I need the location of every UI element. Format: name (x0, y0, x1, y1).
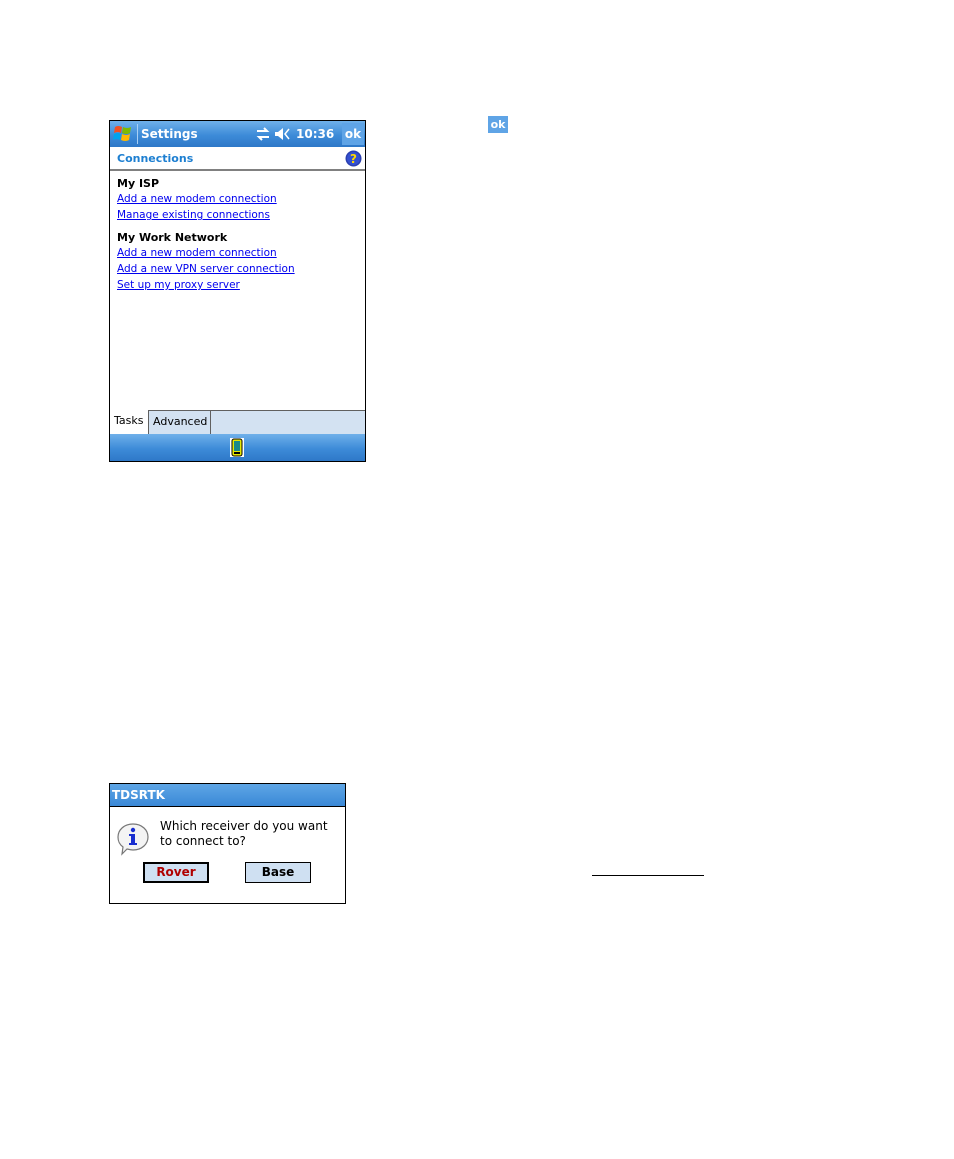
link-set-up-proxy-server[interactable]: Set up my proxy server (117, 277, 357, 293)
tab-tasks[interactable]: Tasks (110, 410, 149, 434)
link-add-modem-connection-work[interactable]: Add a new modem connection (117, 245, 357, 261)
link-manage-existing-connections[interactable]: Manage existing connections (117, 207, 357, 223)
clock[interactable]: 10:36 (296, 127, 334, 141)
connectivity-sync-icon[interactable] (255, 126, 271, 142)
dialog-message: Which receiver do you want to connect to… (160, 819, 328, 848)
windows-start-icon[interactable] (112, 124, 134, 144)
settings-connections-screen: Settings 10:36 ok Connections ? My ISP A… (109, 120, 366, 462)
help-icon[interactable]: ? (345, 150, 362, 167)
page-title: Connections (117, 152, 194, 165)
speaker-volume-icon[interactable] (274, 126, 292, 142)
connections-task-list: My ISP Add a new modem connection Manage… (117, 176, 357, 293)
title-separator (137, 124, 138, 144)
ok-button[interactable]: ok (342, 123, 364, 145)
link-add-vpn-server-connection[interactable]: Add a new VPN server connection (117, 261, 357, 277)
menu-bar (110, 434, 365, 461)
dialog-title: TDSRTK (110, 784, 345, 807)
tab-advanced[interactable]: Advanced (149, 410, 211, 434)
info-icon (117, 823, 149, 856)
title-bar: Settings 10:36 ok (110, 121, 365, 147)
ok-button-glyph: ok (488, 116, 508, 133)
receiver-select-dialog: TDSRTK Which receiver do you want to con… (109, 783, 346, 904)
tab-bar: Tasks Advanced (110, 410, 365, 434)
svg-text:?: ? (350, 152, 357, 166)
rover-button[interactable]: Rover (143, 862, 209, 883)
base-button[interactable]: Base (245, 862, 311, 883)
device-receiver-icon[interactable] (230, 438, 244, 457)
link-add-modem-connection-isp[interactable]: Add a new modem connection (117, 191, 357, 207)
section-heading-my-isp: My ISP (117, 177, 160, 190)
horizontal-rule (592, 875, 704, 876)
page-header: Connections ? (110, 147, 365, 171)
section-heading-my-work-network: My Work Network (117, 231, 228, 244)
app-title: Settings (141, 127, 198, 141)
